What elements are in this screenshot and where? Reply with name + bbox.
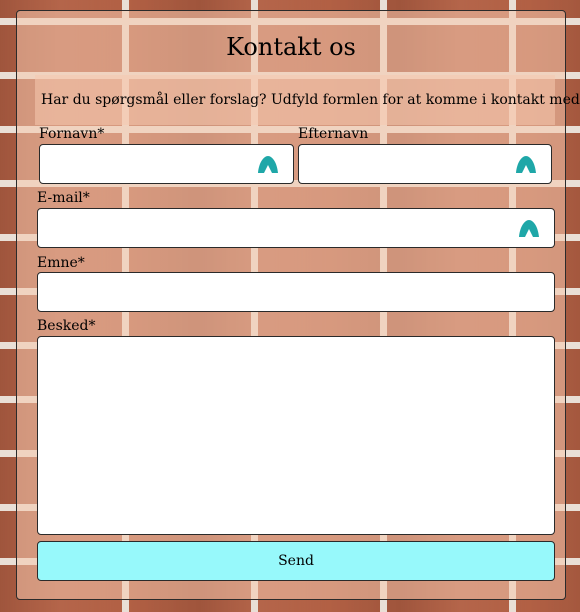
subject-label: Emne* xyxy=(37,255,85,271)
page-title: Kontakt os xyxy=(226,33,356,61)
password-manager-icon[interactable] xyxy=(518,218,540,238)
form-intro-text: Har du spørgsmål eller forslag? Udfyld f… xyxy=(35,75,580,125)
page: { "form": { "title": "Kontakt os", "intr… xyxy=(0,0,580,612)
message-label: Besked* xyxy=(37,318,96,334)
email-field[interactable] xyxy=(37,208,555,248)
message-textarea[interactable] xyxy=(37,336,555,535)
last-name-label: Efternavn xyxy=(298,126,369,142)
first-name-label: Fornavn* xyxy=(39,126,105,142)
first-name-field[interactable] xyxy=(39,144,294,184)
contact-form-panel: Kontakt os Har du spørgsmål eller forsla… xyxy=(16,10,580,600)
last-name-field[interactable] xyxy=(298,144,552,184)
subject-field[interactable] xyxy=(37,272,555,312)
send-button[interactable]: Send xyxy=(37,541,555,581)
password-manager-icon[interactable] xyxy=(257,154,279,174)
email-label: E-mail* xyxy=(37,190,90,206)
password-manager-icon[interactable] xyxy=(515,154,537,174)
